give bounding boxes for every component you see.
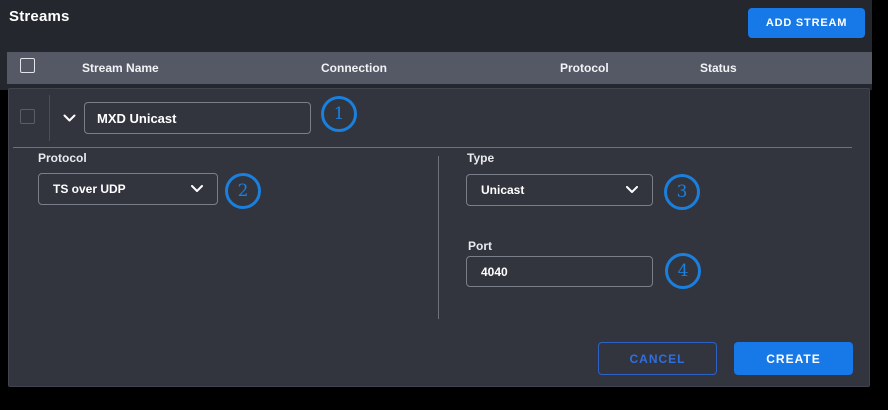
column-header-protocol: Protocol <box>560 61 609 75</box>
collapse-row-button[interactable] <box>57 107 81 129</box>
chevron-down-icon <box>191 180 203 198</box>
section-divider <box>13 147 852 148</box>
step-badge-4: 4 <box>665 253 701 289</box>
page-header: Streams ADD STREAM Stream Name Connectio… <box>0 0 872 90</box>
page-title: Streams <box>9 8 70 25</box>
column-header-connection: Connection <box>321 61 387 75</box>
protocol-select[interactable]: TS over UDP <box>38 173 218 205</box>
step-badge-2: 2 <box>225 173 261 209</box>
protocol-selected-value: TS over UDP <box>53 182 126 196</box>
column-header-status: Status <box>700 61 737 75</box>
row-checkbox[interactable] <box>20 109 35 124</box>
row-divider <box>49 95 50 141</box>
cancel-button[interactable]: CANCEL <box>598 342 717 375</box>
stream-editor-panel: 1 Protocol TS over UDP 2 Type Unicast 3 … <box>8 88 870 387</box>
step-badge-3: 3 <box>664 174 700 210</box>
select-all-checkbox[interactable] <box>20 58 35 73</box>
port-input[interactable] <box>466 256 653 287</box>
type-label: Type <box>467 151 494 165</box>
protocol-label: Protocol <box>38 151 87 165</box>
port-label: Port <box>468 239 492 253</box>
type-select[interactable]: Unicast <box>466 174 653 206</box>
column-divider <box>438 156 439 319</box>
step-badge-1: 1 <box>321 96 357 132</box>
column-header-stream-name: Stream Name <box>82 61 159 75</box>
type-selected-value: Unicast <box>481 183 524 197</box>
table-header-row: Stream Name Connection Protocol Status <box>7 52 872 84</box>
chevron-down-icon <box>63 111 76 126</box>
chevron-down-icon <box>626 181 638 199</box>
stream-name-input[interactable] <box>84 102 311 134</box>
streams-page: Streams ADD STREAM Stream Name Connectio… <box>0 0 888 410</box>
add-stream-button[interactable]: ADD STREAM <box>748 8 865 38</box>
create-button[interactable]: CREATE <box>734 342 853 375</box>
